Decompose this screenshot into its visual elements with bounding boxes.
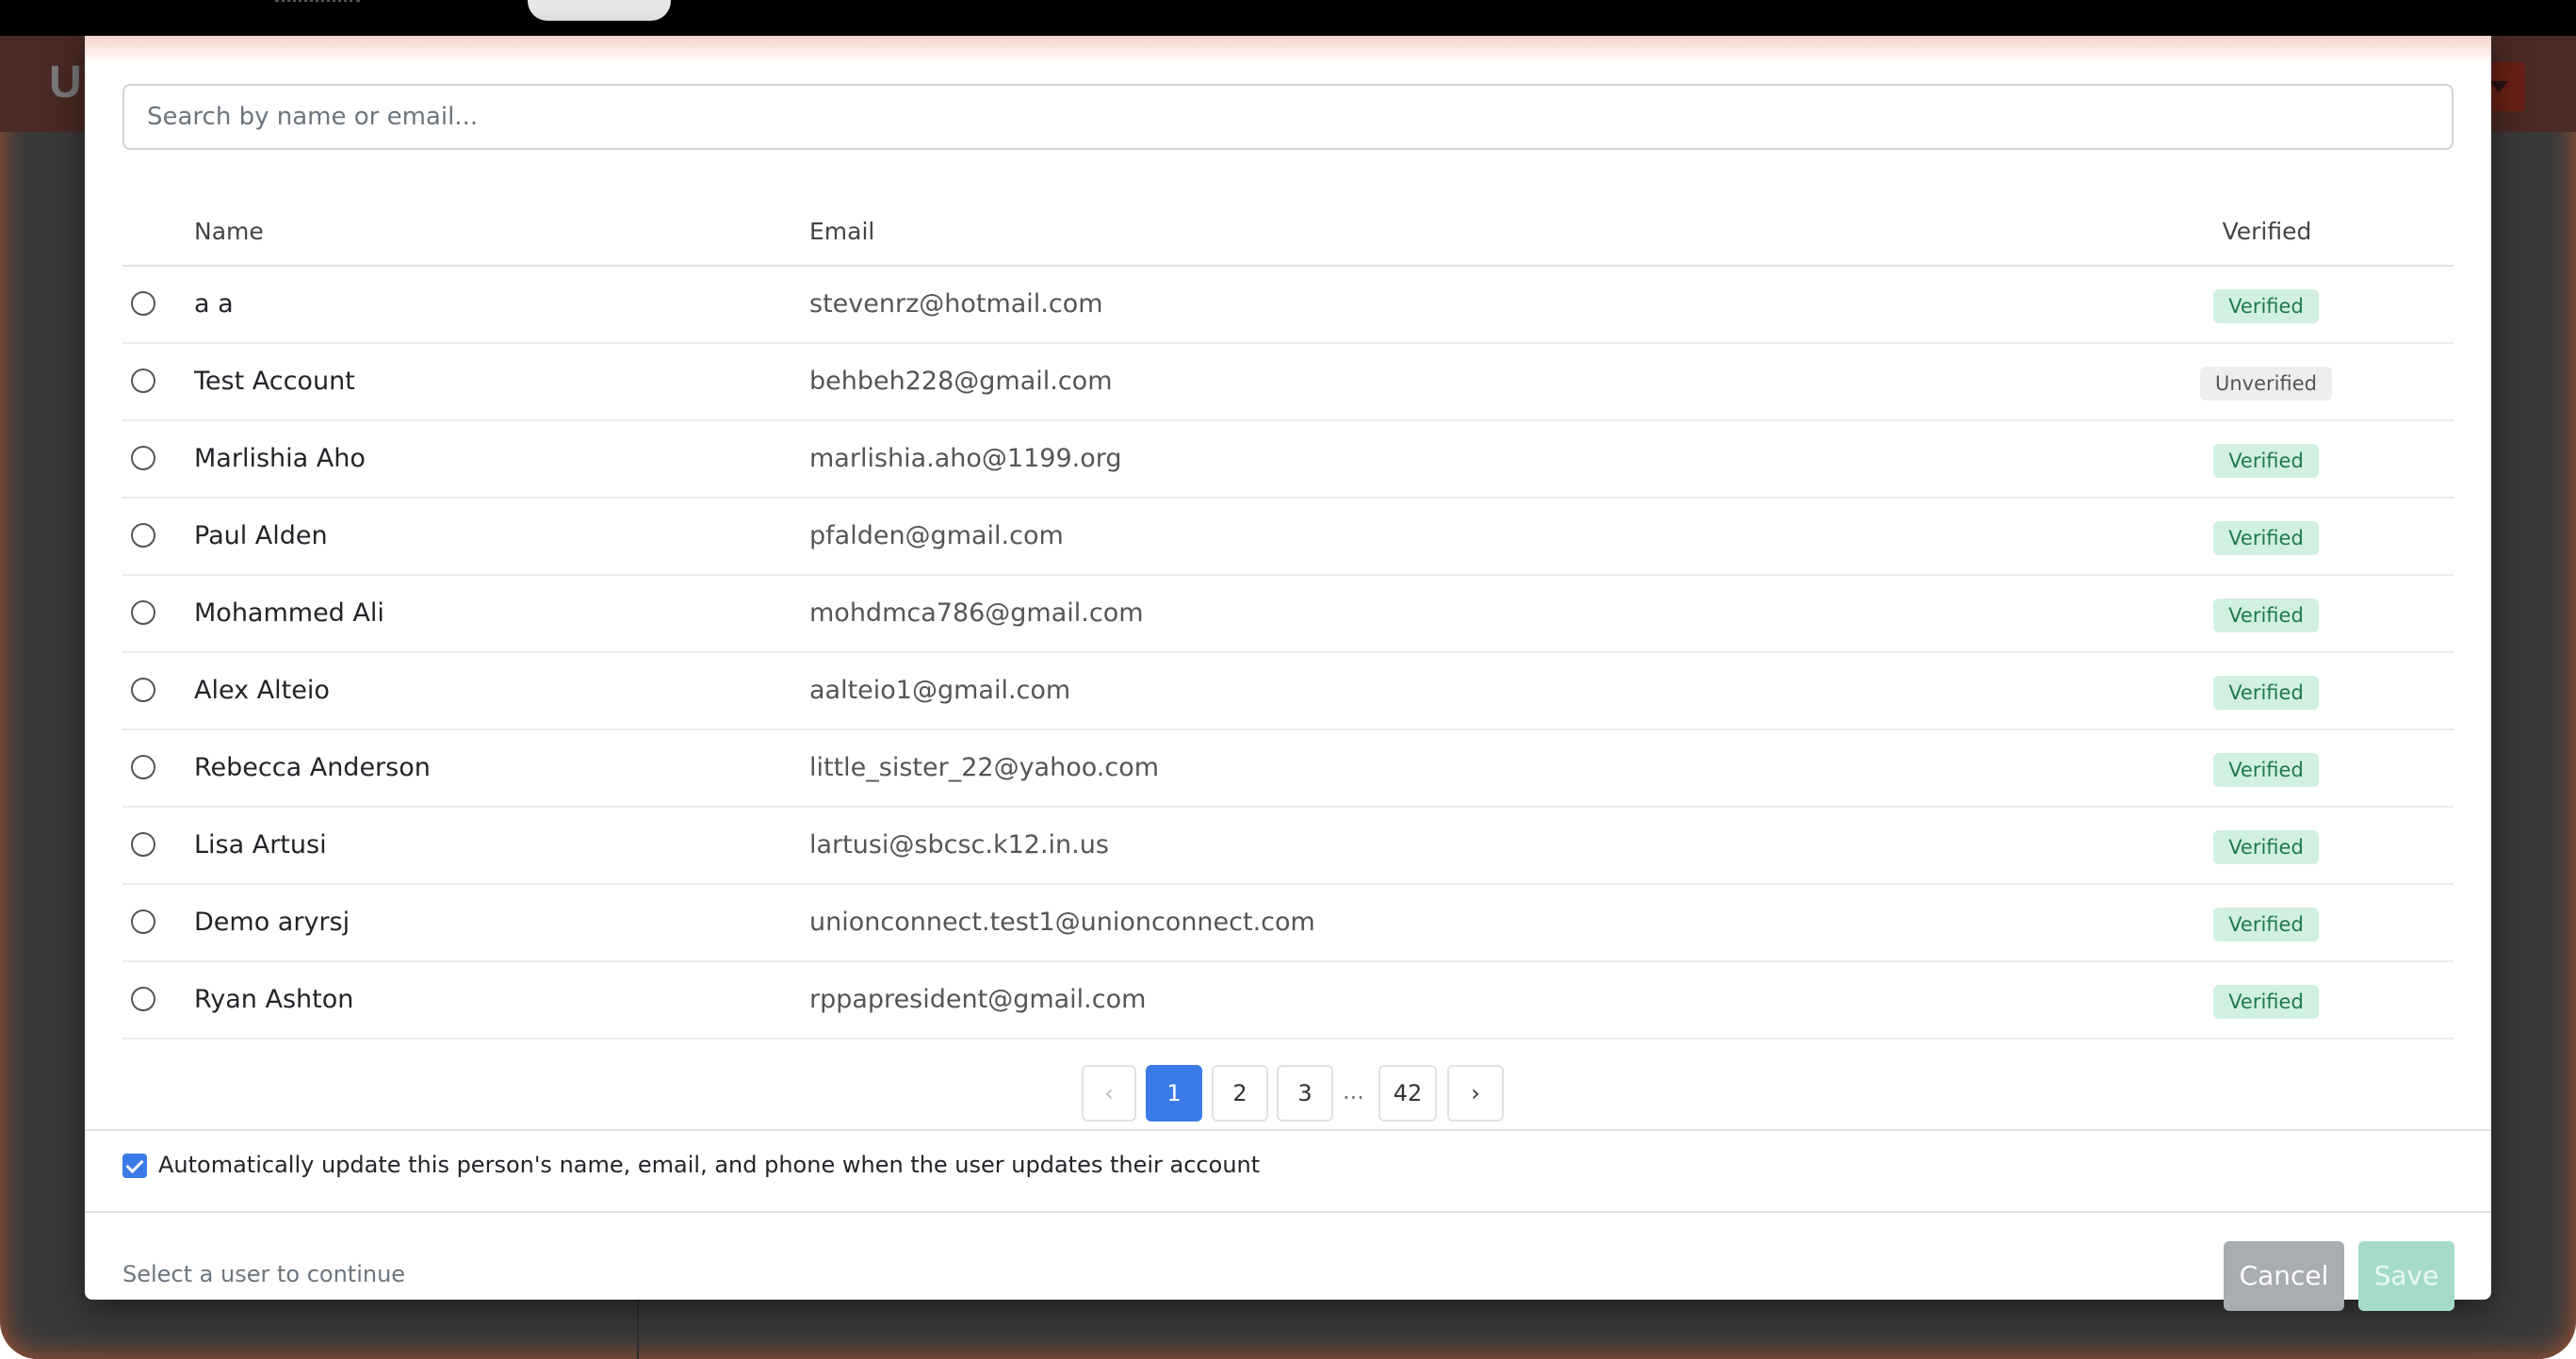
row-select-radio[interactable] <box>131 291 155 316</box>
page-button-2[interactable]: 2 <box>1212 1065 1268 1122</box>
status-badge: Verified <box>2213 985 2319 1019</box>
row-select-radio[interactable] <box>131 755 155 779</box>
user-email: marlishia.aho@1199.org <box>809 444 1122 473</box>
search-input[interactable] <box>122 84 2454 150</box>
footer-hint: Select a user to continue <box>122 1261 406 1287</box>
row-select-radio[interactable] <box>131 678 155 702</box>
row-select-radio[interactable] <box>131 368 155 393</box>
cancel-button[interactable]: Cancel <box>2224 1241 2344 1311</box>
column-header-email: Email <box>809 218 875 245</box>
background-header-letter: U <box>49 57 82 107</box>
column-header-name: Name <box>194 218 264 245</box>
user-name: Test Account <box>194 367 355 396</box>
page-button-3[interactable]: 3 <box>1277 1065 1333 1122</box>
user-email: stevenrz@hotmail.com <box>809 289 1103 319</box>
table-row[interactable]: Test Account behbeh228@gmail.com Unverif… <box>122 344 2454 421</box>
status-badge: Verified <box>2213 444 2319 478</box>
user-email: little_sister_22@yahoo.com <box>809 753 1160 782</box>
user-email: behbeh228@gmail.com <box>809 367 1113 396</box>
status-badge: Verified <box>2213 598 2319 632</box>
page-button-1[interactable]: 1 <box>1146 1065 1202 1122</box>
status-badge: Verified <box>2213 521 2319 555</box>
user-name: Paul Alden <box>194 521 328 550</box>
table-row[interactable]: Lisa Artusi lartusi@sbcsc.k12.in.us Veri… <box>122 808 2454 885</box>
auto-update-label[interactable]: Automatically update this person's name,… <box>158 1152 1260 1178</box>
modal-top-fade <box>85 36 2491 64</box>
user-name: Rebecca Anderson <box>194 753 431 782</box>
save-button[interactable]: Save <box>2358 1241 2454 1311</box>
user-email: unionconnect.test1@unionconnect.com <box>809 908 1315 937</box>
table-row[interactable]: Marlishia Aho marlishia.aho@1199.org Ver… <box>122 421 2454 499</box>
prev-page-button[interactable]: ‹ <box>1082 1065 1136 1122</box>
table-header: Name Email Verified <box>122 199 2454 267</box>
select-user-modal: Name Email Verified a a stevenrz@hotmail… <box>85 36 2491 1311</box>
user-name: a a <box>194 289 234 319</box>
user-name: Lisa Artusi <box>194 830 327 860</box>
table-row[interactable]: Alex Alteio aalteio1@gmail.com Verified <box>122 653 2454 730</box>
page-button-last[interactable]: 42 <box>1378 1065 1437 1122</box>
user-name: Demo aryrsj <box>194 908 351 937</box>
user-email: rppapresident@gmail.com <box>809 985 1147 1014</box>
user-name: Mohammed Ali <box>194 598 384 628</box>
background-divider <box>637 1299 639 1359</box>
row-select-radio[interactable] <box>131 832 155 857</box>
table-row[interactable]: Mohammed Ali mohdmca786@gmail.com Verifi… <box>122 576 2454 653</box>
top-bar-fragment <box>275 0 360 2</box>
status-badge: Verified <box>2213 289 2319 323</box>
users-table: Name Email Verified a a stevenrz@hotmail… <box>122 199 2454 1040</box>
divider <box>85 1129 2491 1131</box>
row-select-radio[interactable] <box>131 523 155 548</box>
status-badge: Unverified <box>2200 367 2332 401</box>
user-email: mohdmca786@gmail.com <box>809 598 1144 628</box>
table-row[interactable]: Paul Alden pfalden@gmail.com Verified <box>122 499 2454 576</box>
pagination-ellipsis: ... <box>1343 1078 1364 1105</box>
user-name: Alex Alteio <box>194 676 330 705</box>
auto-update-checkbox[interactable] <box>122 1154 147 1178</box>
row-select-radio[interactable] <box>131 909 155 934</box>
table-row[interactable]: Demo aryrsj unionconnect.test1@unionconn… <box>122 885 2454 962</box>
table-row[interactable]: Ryan Ashton rppapresident@gmail.com Veri… <box>122 962 2454 1040</box>
footer-divider <box>85 1211 2491 1213</box>
browser-top-bar <box>0 0 2576 36</box>
column-header-verified: Verified <box>2222 218 2312 245</box>
user-name: Marlishia Aho <box>194 444 366 473</box>
top-bar-pill <box>528 0 671 21</box>
row-select-radio[interactable] <box>131 446 155 470</box>
table-row[interactable]: Rebecca Anderson little_sister_22@yahoo.… <box>122 730 2454 808</box>
next-page-button[interactable]: › <box>1447 1065 1504 1122</box>
user-email: pfalden@gmail.com <box>809 521 1064 550</box>
user-email: aalteio1@gmail.com <box>809 676 1071 705</box>
row-select-radio[interactable] <box>131 600 155 625</box>
status-badge: Verified <box>2213 908 2319 941</box>
table-row[interactable]: a a stevenrz@hotmail.com Verified <box>122 267 2454 344</box>
row-select-radio[interactable] <box>131 987 155 1011</box>
user-email: lartusi@sbcsc.k12.in.us <box>809 830 1109 860</box>
user-name: Ryan Ashton <box>194 985 354 1014</box>
status-badge: Verified <box>2213 676 2319 710</box>
status-badge: Verified <box>2213 753 2319 787</box>
status-badge: Verified <box>2213 830 2319 864</box>
